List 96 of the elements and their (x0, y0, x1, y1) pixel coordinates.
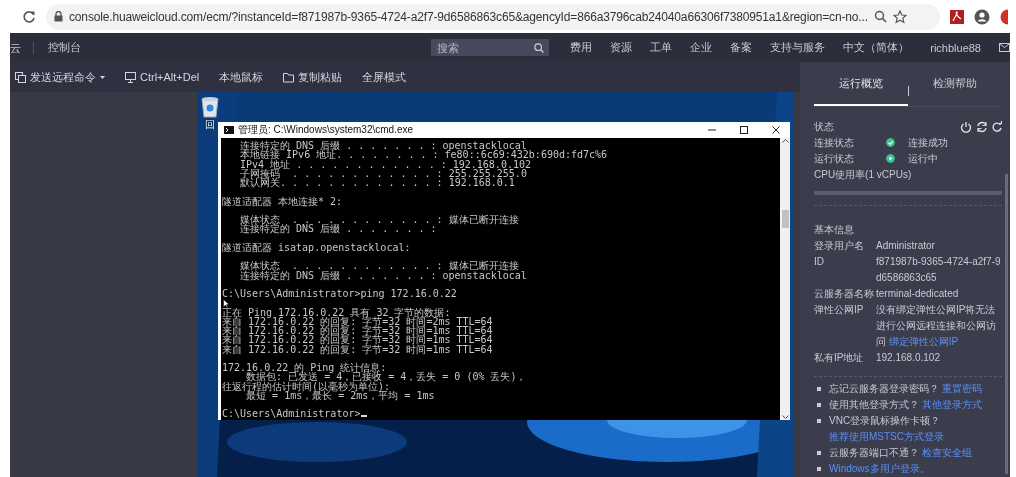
maximize-icon[interactable] (739, 125, 749, 135)
folder-icon (283, 71, 295, 83)
address-bar[interactable]: console.huaweicloud.com/ecm/?instanceId=f871987b-9365-4724-a2f7-9d6586863c65&agencyId=866a3796cab24040a66306f7380951a1&region=cn-no... (46, 3, 940, 30)
nav-link[interactable]: 资源 (601, 40, 642, 55)
console-line: IPv4 地址 . . . . . . . . . . . . : 192.168.0.102 (239, 159, 531, 169)
star-icon[interactable] (892, 9, 907, 24)
console-line: 默认网关. . . . . . . . . . . . . : 192.168.0.1 (239, 178, 515, 188)
link[interactable]: 检查安全组 (921, 447, 972, 458)
close-icon[interactable] (771, 125, 781, 135)
user-name[interactable]: richblue88 (918, 41, 999, 54)
toolbar-button[interactable]: 发送远程命令 (15, 69, 105, 85)
bullet-icon (817, 403, 821, 407)
nav-link[interactable]: 工单 (641, 40, 682, 55)
mail-icon[interactable] (999, 43, 1010, 52)
recycle-bin-icon[interactable] (200, 96, 220, 118)
scroll-up-icon[interactable] (781, 138, 789, 143)
field-label: ID (814, 255, 825, 269)
toolbar-button[interactable]: 本地鼠标 (219, 69, 264, 85)
link[interactable]: 推荐使用MSTSC方式登录 (829, 431, 944, 442)
link[interactable]: Windows多用户登录。 (829, 463, 930, 474)
field-label: 连接状态 (814, 136, 855, 150)
field-label: 运行状态 (814, 152, 855, 166)
console-line: 隧道适配器 isatap.openstacklocal: (222, 242, 411, 252)
field-label: 登录用户名 (814, 239, 865, 253)
scrollbar-thumb[interactable] (781, 210, 789, 228)
nav-link[interactable]: 企业 (681, 40, 722, 55)
toolbar-button[interactable]: Ctrl+Alt+Del (125, 71, 200, 83)
desktop-icon-label: 回 (205, 118, 215, 132)
console-line: C:\Users\Administrator>ping 172.16.0.22 (222, 289, 457, 299)
field-value: 没有绑定弹性公网IP将无法进行公网远程连接和公网访问 绑定弹性公网IP (876, 303, 997, 349)
scroll-down-icon[interactable] (781, 415, 789, 420)
tip-text: 忘记云服务器登录密码？ (829, 383, 939, 394)
toolbar-button[interactable]: 全屏模式 (362, 69, 407, 85)
field-value: terminal-dedicated (876, 287, 960, 301)
window-title: 管理员: C:\Windows\system32\cmd.exe (238, 123, 415, 137)
bullet-icon (817, 451, 821, 455)
console-line: 隧道适配器 本地连接* 2: (222, 196, 343, 206)
field-label: 私有IP地址 (814, 351, 865, 365)
field-label: 弹性公网IP (814, 303, 865, 317)
field-value: 连接成功 (908, 136, 949, 150)
console-line: 子网掩码 . . . . . . . . . . . . : 255.255.255.0 (239, 168, 527, 178)
console-line: 连接特定的 DNS 后缀 . . . . . . . : openstacklocal (239, 141, 527, 151)
field-label: 云服务器名称 (814, 287, 875, 301)
console-line: 往返行程的估计时间(以毫秒为单位): (222, 381, 391, 391)
panel-tab[interactable]: 运行概览 (814, 62, 908, 106)
refresh-icon[interactable] (992, 121, 1002, 133)
console-line: 来自 172.16.0.22 的回复: 字节=32 时间=1ms TTL=64 (222, 335, 493, 345)
url-text: console.huaweicloud.com/ecm/?instanceId=f871987b-9365-4724-a2f7-9d6586863c65&agencyId=866a3796cab24040a66306f7380951a1&region=cn-no... (69, 9, 868, 24)
nav-link[interactable]: 中文（简体） (834, 40, 919, 55)
console-line: 媒体状态 . . . . . . . . . . . . : 媒体已断开连接 (239, 215, 519, 225)
link[interactable]: 重置密码 (941, 383, 982, 394)
console-line: 正在 Ping 172.16.0.22 具有 32 字节的数据: (222, 307, 451, 317)
section-title: 状态 (814, 120, 834, 134)
console-line: 来自 172.16.0.22 的回复: 字节=32 时间=1ms TTL=64 (222, 326, 493, 336)
link[interactable]: 绑定弹性公网IP (888, 336, 959, 347)
console-line: 连接特定的 DNS 后缀 . . . . . . . : openstacklocal (239, 270, 527, 280)
console-line: 连接特定的 DNS 后缀 . . . . . . . : (239, 224, 437, 234)
console-line: 来自 172.16.0.22 的回复: 字节=32 时间=1ms TTL=64 (222, 344, 493, 354)
logo-text[interactable]: 云 (10, 41, 34, 54)
tip-text: 云服务器端口不通？ (829, 447, 919, 458)
lock-icon (54, 11, 63, 22)
console-line: C:\Users\Administrator> (222, 409, 368, 419)
search-icon (534, 43, 545, 53)
field-value: Administrator (876, 239, 936, 253)
tip-text: VNC登录鼠标操作卡顿？ (829, 415, 941, 426)
power-icon[interactable] (960, 121, 972, 133)
bullet-icon (817, 467, 821, 471)
bullet-icon (817, 387, 821, 391)
zoom-icon[interactable] (873, 10, 887, 23)
pdf-icon[interactable] (950, 9, 964, 24)
profile-icon[interactable] (974, 8, 990, 25)
console-line: 数据包: 已发送 = 4，已接收 = 4，丢失 = 0 (0% 丢失)， (246, 372, 527, 382)
field-value: 运行中 (908, 152, 939, 166)
nav-link[interactable]: 支持与服务 (761, 40, 835, 55)
link[interactable]: 其他登录方式 (921, 399, 982, 410)
panel-tab[interactable]: 检测帮助 (908, 62, 1002, 106)
field-label: CPU使用率(1 vCPUs) (814, 168, 913, 182)
nav-link[interactable]: 备案 (721, 40, 762, 55)
console-line: 172.16.0.22 的 Ping 统计信息: (222, 363, 387, 373)
console-line: 媒体状态 . . . . . . . . . . . . : 媒体已断开连接 (239, 261, 519, 271)
scrollbar-thumb[interactable] (1005, 174, 1008, 474)
reload-icon[interactable] (22, 9, 36, 24)
toolbar-button[interactable]: 复制粘贴 (283, 69, 343, 85)
console-link[interactable]: 控制台 (34, 40, 432, 55)
monitor-icon (125, 71, 136, 83)
command-icon (15, 71, 26, 83)
nav-link[interactable]: 费用 (561, 40, 602, 55)
console-line: 本地链接 IPv6 地址. . . . . . . . : fe80::6c69:432b:690d:fd7c%6 (239, 150, 608, 160)
tip-text: 使用其他登录方式？ (829, 399, 919, 410)
bullet-icon (817, 419, 821, 423)
sync-icon[interactable] (976, 121, 988, 133)
field-value: 192.168.0.102 (876, 351, 941, 365)
section-title: 基本信息 (814, 223, 854, 237)
search-field[interactable]: 搜索 (431, 39, 550, 56)
console-icon (224, 126, 234, 134)
extension-icon[interactable] (1000, 8, 1008, 25)
